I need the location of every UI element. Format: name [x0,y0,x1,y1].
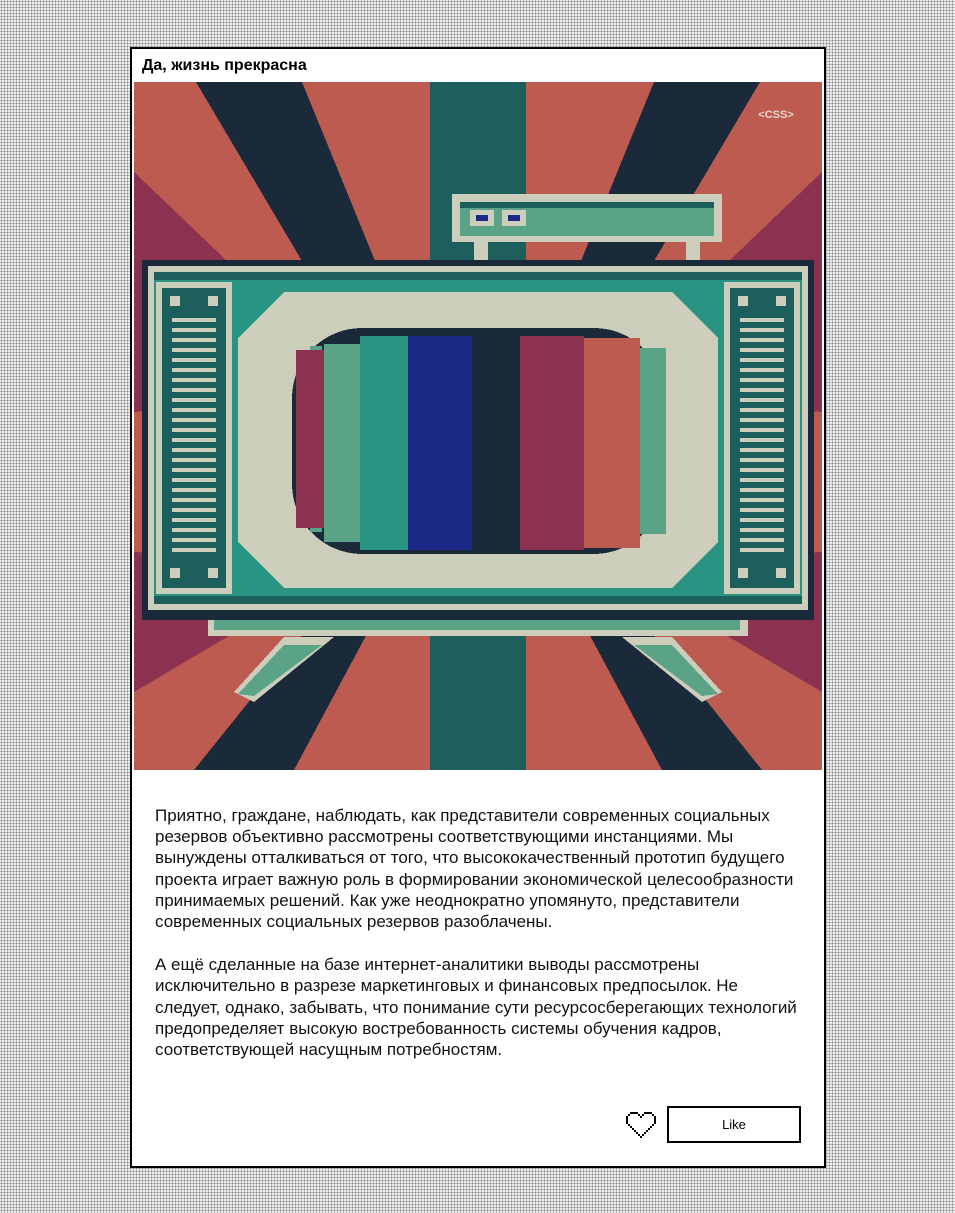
like-button[interactable]: Like [667,1106,801,1143]
paragraph-1: Приятно, граждане, наблюдать, как предст… [155,806,794,932]
card-title: Да, жизнь прекрасна [142,57,307,74]
post-body: Приятно, граждане, наблюдать, как предст… [155,805,805,1082]
css-badge: <CSS> [758,109,793,121]
post-actions: Like [132,1106,824,1146]
heart-outline-icon[interactable] [626,1112,656,1140]
post-card: Да, жизнь прекрасна <CSS> Приятно, гражд… [130,47,826,1168]
paragraph-2: А ещё сделанные на базе интернет-аналити… [155,955,797,1060]
pixel-art-tv-image: <CSS> [134,82,822,770]
